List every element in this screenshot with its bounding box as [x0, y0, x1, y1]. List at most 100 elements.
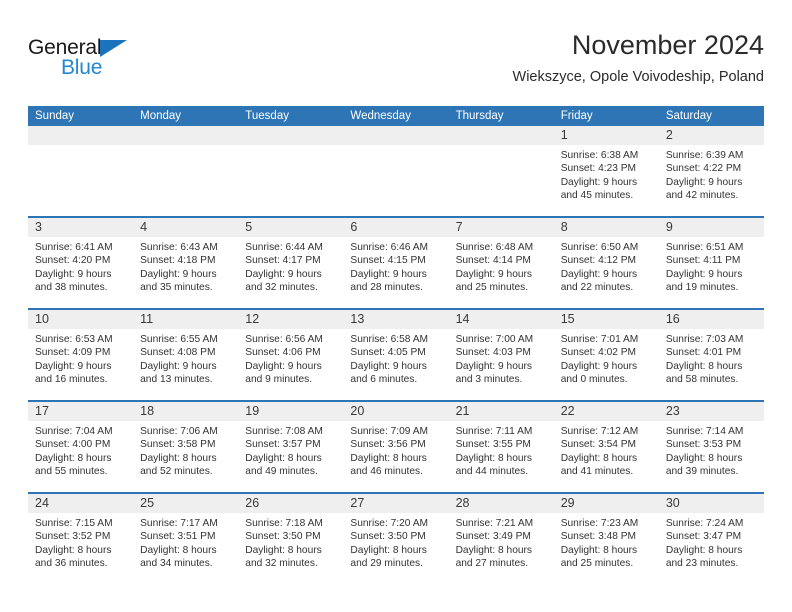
daylight-text-line2: and 0 minutes.	[560, 373, 628, 385]
day-cell[interactable]: 18 Sunrise: 7:06 AM Sunset: 3:58 PM Dayligh…	[133, 402, 239, 492]
day-cell[interactable]: 7 Sunrise: 6:48 AM Sunset: 4:14 PM Daylight…	[448, 218, 554, 308]
location-subtitle: Wiekszyce, Opole Voivodeship, Poland	[512, 69, 764, 85]
calendar-page: General Blue November 2024 Wiekszyce, Op…	[0, 0, 792, 612]
day-cell[interactable]: 27 Sunrise: 7:20 AM Sunset: 3:50 PM Dayligh…	[343, 494, 449, 584]
sunrise-text: Sunrise: 7:09 AM	[350, 426, 429, 437]
day-number: 23	[665, 404, 680, 418]
weekday-monday: Monday	[140, 110, 182, 122]
day-cell[interactable]: 6 Sunrise: 6:46 AM Sunset: 4:15 PM Daylight…	[343, 218, 449, 308]
sunset-text: Sunset: 3:52 PM	[35, 531, 111, 543]
day-cell-empty	[133, 126, 239, 216]
daylight-text-line2: and 23 minutes.	[665, 557, 739, 569]
day-cell[interactable]: 21 Sunrise: 7:11 AM Sunset: 3:55 PM Dayligh…	[448, 402, 554, 492]
day-number-band: 12	[238, 310, 344, 329]
day-cell[interactable]: 15 Sunrise: 7:01 AM Sunset: 4:02 PM Dayligh…	[553, 310, 659, 400]
day-cell[interactable]: 11 Sunrise: 6:55 AM Sunset: 4:08 PM Dayligh…	[133, 310, 239, 400]
title-block: November 2024 Wiekszyce, Opole Voivodesh…	[513, 28, 764, 88]
day-cell[interactable]: 22 Sunrise: 7:12 AM Sunset: 3:54 PM Dayligh…	[553, 402, 659, 492]
day-number-band: 20	[343, 402, 449, 421]
sunrise-text: Sunrise: 7:03 AM	[665, 334, 744, 345]
day-details: Sunrise: 6:38 AM Sunset: 4:23 PM Daylight:…	[554, 145, 659, 202]
day-details: Sunrise: 6:58 AM Sunset: 4:05 PM Daylight:…	[343, 329, 448, 386]
day-number: 18	[140, 404, 155, 418]
sunset-text: Sunset: 4:11 PM	[665, 255, 741, 267]
day-cell[interactable]: 16 Sunrise: 7:03 AM Sunset: 4:01 PM Dayligh…	[658, 310, 764, 400]
day-number-band	[28, 126, 134, 145]
day-cell[interactable]: 24 Sunrise: 7:15 AM Sunset: 3:52 PM Dayligh…	[28, 494, 134, 584]
day-number-band: 16	[658, 310, 764, 329]
day-details: Sunrise: 6:44 AM Sunset: 4:17 PM Daylight:…	[238, 237, 343, 294]
day-cell[interactable]: 23 Sunrise: 7:14 AM Sunset: 3:53 PM Dayligh…	[658, 402, 764, 492]
day-details: Sunrise: 7:09 AM Sunset: 3:56 PM Daylight:…	[343, 421, 448, 478]
day-cell[interactable]: 1 Sunrise: 6:38 AM Sunset: 4:23 PM Daylight…	[553, 126, 659, 216]
day-number: 26	[245, 496, 260, 510]
daylight-text-line1: Daylight: 8 hours	[245, 544, 322, 556]
day-cell[interactable]: 8 Sunrise: 6:50 AM Sunset: 4:12 PM Daylight…	[553, 218, 659, 308]
daylight-text-line2: and 35 minutes.	[140, 281, 213, 293]
day-cell[interactable]: 14 Sunrise: 7:00 AM Sunset: 4:03 PM Dayligh…	[448, 310, 554, 400]
sunrise-text: Sunrise: 7:24 AM	[665, 518, 744, 529]
sunset-text: Sunset: 3:48 PM	[560, 531, 637, 543]
day-number: 6	[350, 220, 358, 234]
sunrise-text: Sunrise: 7:00 AM	[455, 334, 534, 345]
day-cell[interactable]: 3 Sunrise: 6:41 AM Sunset: 4:20 PM Daylight…	[28, 218, 134, 308]
daylight-text-line2: and 27 minutes.	[455, 557, 529, 569]
day-details: Sunrise: 6:51 AM Sunset: 4:11 PM Daylight:…	[659, 237, 764, 294]
daylight-text-line1: Daylight: 9 hours	[665, 268, 743, 280]
day-cell[interactable]: 4 Sunrise: 6:43 AM Sunset: 4:18 PM Daylight…	[133, 218, 239, 308]
daylight-text-line1: Daylight: 9 hours	[560, 268, 638, 280]
sunset-text: Sunset: 4:14 PM	[455, 255, 531, 267]
daylight-text-line2: and 32 minutes.	[245, 281, 318, 293]
day-cell[interactable]: 2 Sunrise: 6:39 AM Sunset: 4:22 PM Daylight…	[658, 126, 764, 216]
day-number: 27	[350, 496, 365, 510]
day-cell[interactable]: 5 Sunrise: 6:44 AM Sunset: 4:17 PM Daylight…	[238, 218, 344, 308]
day-number-band: 8	[553, 218, 659, 237]
day-number: 13	[350, 312, 365, 326]
daylight-text-line2: and 36 minutes.	[35, 557, 108, 569]
day-cell[interactable]: 10 Sunrise: 6:53 AM Sunset: 4:09 PM Dayligh…	[28, 310, 134, 400]
sunrise-text: Sunrise: 6:56 AM	[245, 334, 323, 345]
day-details: Sunrise: 7:24 AM Sunset: 3:47 PM Daylight:…	[659, 513, 764, 570]
day-cell[interactable]: 12 Sunrise: 6:56 AM Sunset: 4:06 PM Dayligh…	[238, 310, 344, 400]
day-cell[interactable]: 25 Sunrise: 7:17 AM Sunset: 3:51 PM Dayligh…	[133, 494, 239, 584]
day-number-band: 4	[133, 218, 239, 237]
daylight-text-line1: Daylight: 9 hours	[35, 268, 112, 280]
day-cell[interactable]: 20 Sunrise: 7:09 AM Sunset: 3:56 PM Dayligh…	[343, 402, 449, 492]
daylight-text-line1: Daylight: 8 hours	[350, 544, 427, 556]
logo-word-blue: Blue	[61, 56, 103, 79]
weekday-friday: Friday	[560, 110, 593, 122]
daylight-text-line2: and 55 minutes.	[35, 465, 108, 477]
page-header: General Blue November 2024 Wiekszyce, Op…	[28, 28, 764, 100]
daylight-text-line1: Daylight: 9 hours	[665, 176, 743, 188]
day-cell[interactable]: 28 Sunrise: 7:21 AM Sunset: 3:49 PM Dayligh…	[448, 494, 554, 584]
day-details: Sunrise: 6:53 AM Sunset: 4:09 PM Daylight:…	[28, 329, 133, 386]
day-number-band: 30	[658, 494, 764, 513]
day-cell[interactable]: 9 Sunrise: 6:51 AM Sunset: 4:11 PM Daylight…	[658, 218, 764, 308]
daylight-text-line2: and 28 minutes.	[350, 281, 423, 293]
sunrise-text: Sunrise: 7:20 AM	[350, 518, 429, 529]
daylight-text-line2: and 25 minutes.	[455, 281, 529, 293]
day-cell[interactable]: 26 Sunrise: 7:18 AM Sunset: 3:50 PM Dayligh…	[238, 494, 344, 584]
weekday-thursday: Thursday	[455, 110, 504, 122]
sunrise-text: Sunrise: 7:01 AM	[560, 334, 639, 345]
sunrise-text: Sunrise: 7:17 AM	[140, 518, 218, 529]
sunrise-text: Sunrise: 6:43 AM	[140, 242, 218, 253]
day-cell[interactable]: 17 Sunrise: 7:04 AM Sunset: 4:00 PM Dayligh…	[28, 402, 134, 492]
day-details: Sunrise: 7:15 AM Sunset: 3:52 PM Daylight:…	[28, 513, 133, 570]
daylight-text-line2: and 58 minutes.	[665, 373, 739, 385]
day-cell-empty	[343, 126, 449, 216]
sunrise-text: Sunrise: 6:38 AM	[560, 150, 639, 161]
sunset-text: Sunset: 4:03 PM	[455, 347, 531, 359]
day-details	[343, 145, 448, 149]
day-cell[interactable]: 29 Sunrise: 7:23 AM Sunset: 3:48 PM Dayligh…	[553, 494, 659, 584]
day-number-band: 21	[448, 402, 554, 421]
day-details: Sunrise: 7:23 AM Sunset: 3:48 PM Daylight:…	[554, 513, 659, 570]
day-cell[interactable]: 30 Sunrise: 7:24 AM Sunset: 3:47 PM Dayligh…	[658, 494, 764, 584]
calendar-grid: Sunday Monday Tuesday Wednesday Thursday…	[28, 106, 764, 584]
day-number: 14	[455, 312, 470, 326]
day-cell[interactable]: 13 Sunrise: 6:58 AM Sunset: 4:05 PM Dayligh…	[343, 310, 449, 400]
daylight-text-line2: and 6 minutes.	[350, 373, 418, 385]
sunset-text: Sunset: 4:17 PM	[245, 255, 321, 267]
sunset-text: Sunset: 4:12 PM	[560, 255, 637, 267]
day-cell[interactable]: 19 Sunrise: 7:08 AM Sunset: 3:57 PM Dayligh…	[238, 402, 344, 492]
